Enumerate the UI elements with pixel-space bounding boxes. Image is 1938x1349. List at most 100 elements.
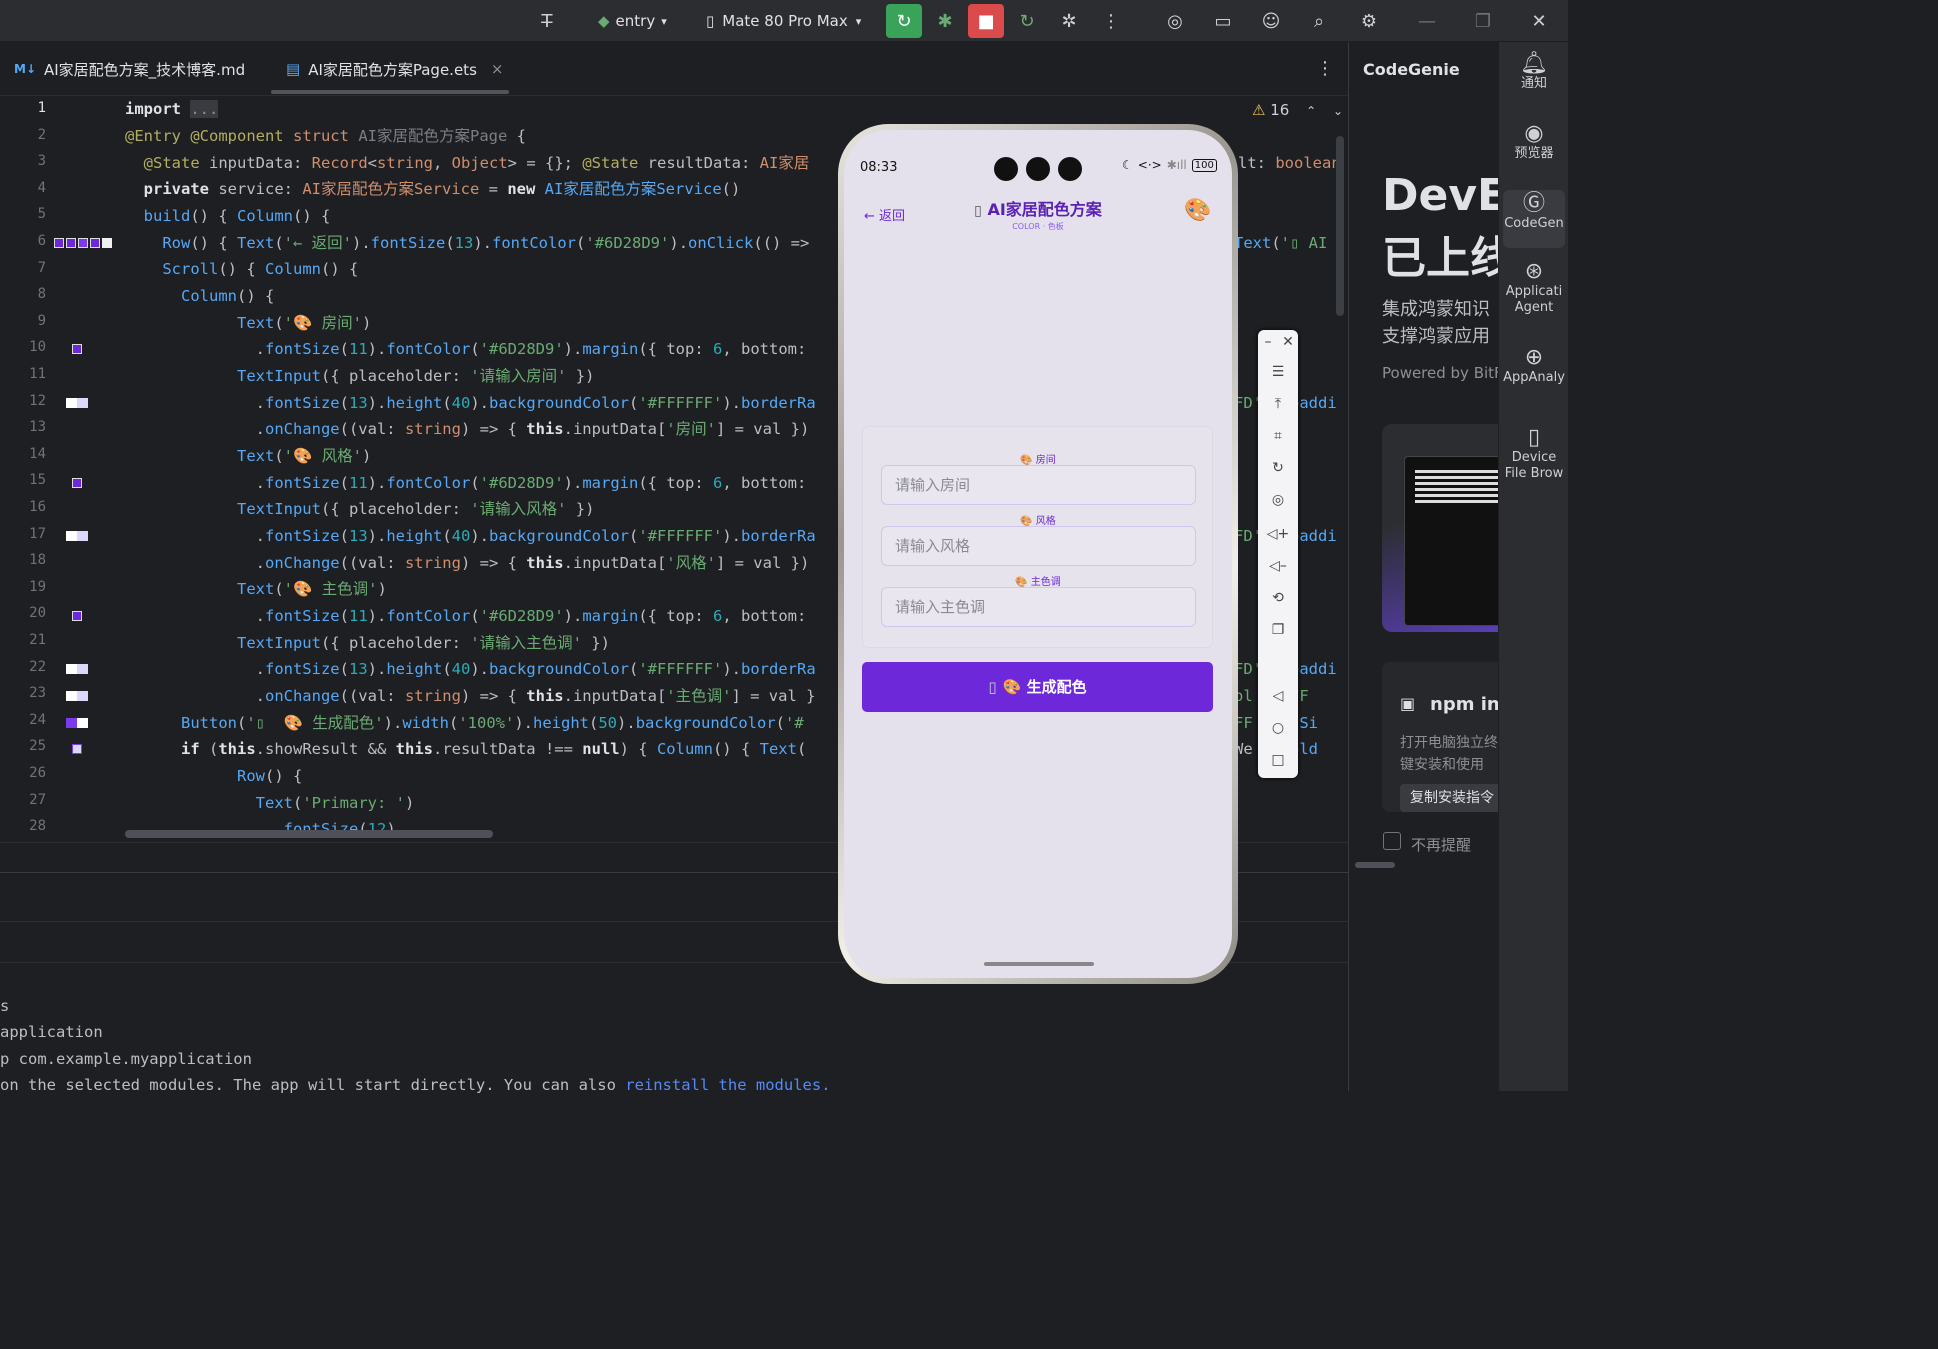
code-line: .fontSize(11).fontColor('#6D28D9').margi…: [125, 474, 807, 492]
home-indicator: [984, 962, 1094, 966]
code-line: Text('🎨 风格'): [236, 447, 372, 465]
code-line: .fontSize(13).height(40).backgroundColor…: [125, 394, 816, 412]
tool-label: Device File Brow: [1504, 450, 1564, 481]
tool-label: Applicati Agent: [1505, 284, 1563, 315]
main-toolbar: T̶ ◆ entry ▾ ▯ Mate 80 Pro Max ▾ ↻ ✱ ■ ↻…: [0, 0, 1568, 42]
search-icon[interactable]: ⌕: [1302, 6, 1336, 36]
line-number: 13: [29, 419, 46, 436]
line-number: 11: [29, 366, 46, 382]
close-icon[interactable]: ✕: [1522, 6, 1556, 36]
run-button[interactable]: ↻: [886, 4, 922, 38]
line-number: 7: [37, 259, 46, 276]
status-icons: ☾ <·> ✱ıll 100: [1122, 158, 1217, 172]
style-input[interactable]: 请输入风格: [881, 526, 1196, 566]
room-input[interactable]: 请输入房间: [881, 465, 1196, 505]
line-number: 6: [37, 233, 46, 249]
line-number: 9: [37, 312, 46, 329]
code-line: @State inputData: Record<string, Object>…: [143, 154, 810, 172]
promo-headline-2: 已上线: [1382, 233, 1498, 284]
phone-screen[interactable]: 08:33 ☾ <·> ✱ıll 100 ← 返回 ▯ AI家居配色方案 COLOR…: [844, 130, 1232, 978]
chevron-up-icon[interactable]: ⌃: [1306, 104, 1316, 118]
multi-screen-icon[interactable]: ❐: [1258, 622, 1298, 638]
tabs-more-icon[interactable]: ⋮: [1316, 58, 1334, 79]
code-line: .onChange((val: string) => { this.inputD…: [125, 554, 810, 572]
generate-button[interactable]: ▯ 🎨 生成配色: [862, 662, 1213, 712]
code-line: .onChange((val: string) => { this.inputD…: [125, 420, 810, 438]
room-label: 🎨 房间: [1020, 455, 1056, 466]
crop-icon[interactable]: ⌗: [1258, 428, 1298, 444]
close-tab-icon[interactable]: ×: [491, 60, 504, 78]
copy-install-button[interactable]: 复制安装指令: [1400, 784, 1498, 812]
recent-nav-icon[interactable]: □: [1258, 752, 1298, 768]
codegenie-tool[interactable]: Ⓖ CodeGen: [1503, 190, 1565, 248]
line-number: 5: [37, 206, 46, 223]
camera-cutouts: [994, 157, 1082, 181]
palette-icon[interactable]: 🎨: [1184, 198, 1211, 223]
folder-icon[interactable]: ▭: [1206, 6, 1240, 36]
target-icon[interactable]: ◎: [1158, 6, 1192, 36]
account-icon[interactable]: ☺: [1254, 6, 1288, 36]
color-swatch: [72, 611, 82, 621]
no-remind-checkbox[interactable]: [1383, 832, 1401, 850]
generate-label: 🎨 生成配色: [1002, 678, 1087, 696]
close-icon[interactable]: ✕: [1278, 334, 1298, 350]
tab-ets-page[interactable]: ▤ AI家居配色方案Page.ets ×: [286, 42, 503, 96]
app-analyzer-tool[interactable]: ⊕ AppAnaly: [1503, 347, 1565, 386]
active-tab-underline: [271, 90, 509, 94]
minimize-icon[interactable]: –: [1258, 334, 1278, 350]
tool-label: 预览器: [1514, 146, 1554, 161]
app-title-row: ▯ AI家居配色方案: [844, 196, 1232, 220]
debug-icon[interactable]: ✱: [928, 6, 962, 36]
gear-icon[interactable]: ⚙: [1352, 6, 1386, 36]
panel-scrollbar[interactable]: [1355, 862, 1395, 868]
vertical-scrollbar[interactable]: [1336, 136, 1344, 316]
device-file-browser-tool[interactable]: ▯ Device File Brow: [1503, 427, 1565, 482]
minimize-icon[interactable]: —: [1410, 6, 1444, 36]
line-number: 3: [37, 153, 46, 170]
code-line: Row() {: [236, 767, 303, 785]
module-selector[interactable]: ◆ entry ▾: [598, 6, 667, 36]
line-number: 10: [29, 339, 46, 356]
tab-markdown[interactable]: M↓ AI家居配色方案_技术博客.md: [14, 42, 245, 96]
battery-icon: 100: [1191, 158, 1217, 172]
code-line: @Entry @Component struct AI家居配色方案Page {: [125, 127, 526, 145]
run-panel: ⋮ — s application p com.example.myapplic…: [0, 872, 1498, 1094]
warnings-indicator[interactable]: ⚠ 16 ⌃ ⌄: [1252, 101, 1343, 119]
maximize-icon[interactable]: ❐: [1466, 6, 1500, 36]
reinstall-modules-link[interactable]: reinstall the modules.: [625, 1076, 830, 1094]
screenshot-icon[interactable]: ◎: [1258, 492, 1298, 508]
code-line-fragment: lt: boolean: [1238, 154, 1341, 172]
panel-toolbar-strip: [0, 921, 1498, 963]
volume-down-icon[interactable]: ◁–: [1258, 558, 1298, 574]
menu-icon[interactable]: ☰: [1258, 364, 1298, 380]
shake-icon[interactable]: ⟲: [1258, 590, 1298, 606]
device-selector[interactable]: ▯ Mate 80 Pro Max ▾: [706, 6, 861, 36]
code-line-fragment: Text('▯ AI: [1234, 234, 1328, 252]
back-nav-icon[interactable]: ◁: [1258, 688, 1298, 704]
codegenie-icon: Ⓖ: [1522, 191, 1545, 216]
pin-top-icon[interactable]: ⤒: [1258, 396, 1298, 412]
font-icon[interactable]: T̶: [530, 6, 564, 36]
editor-tabs: M↓ AI家居配色方案_技术博客.md ▤ AI家居配色方案Page.ets ×…: [0, 42, 1348, 96]
line-number: 20: [29, 605, 46, 622]
rotate-icon[interactable]: ↻: [1258, 460, 1298, 476]
main-color-input[interactable]: 请输入主色调: [881, 587, 1196, 627]
notifications-tool[interactable]: 🔔︎ 通知: [1503, 53, 1565, 92]
stop-button[interactable]: ■: [968, 4, 1004, 38]
volume-up-icon[interactable]: ◁+: [1258, 526, 1298, 542]
powered-by-text: Powered by BitFu: [1382, 364, 1498, 382]
chevron-down-icon[interactable]: ⌄: [1333, 104, 1343, 118]
home-nav-icon[interactable]: ○: [1258, 720, 1298, 736]
attach-debugger-icon[interactable]: ✲: [1052, 6, 1086, 36]
agent-icon: ⊛: [1524, 259, 1544, 284]
previewer-tool[interactable]: ◉ 预览器: [1503, 123, 1565, 162]
app-title: AI家居配色方案: [987, 200, 1102, 219]
line-number: 26: [29, 765, 46, 781]
application-agent-tool[interactable]: ⊛ Applicati Agent: [1503, 259, 1565, 316]
more-icon[interactable]: ⋮: [1094, 6, 1128, 36]
line-number: 18: [29, 552, 46, 569]
horizontal-scrollbar[interactable]: [125, 830, 493, 838]
style-label: 🎨 风格: [1020, 516, 1056, 527]
warnings-count: 16: [1270, 101, 1290, 119]
apply-changes-icon[interactable]: ↻: [1010, 6, 1044, 36]
